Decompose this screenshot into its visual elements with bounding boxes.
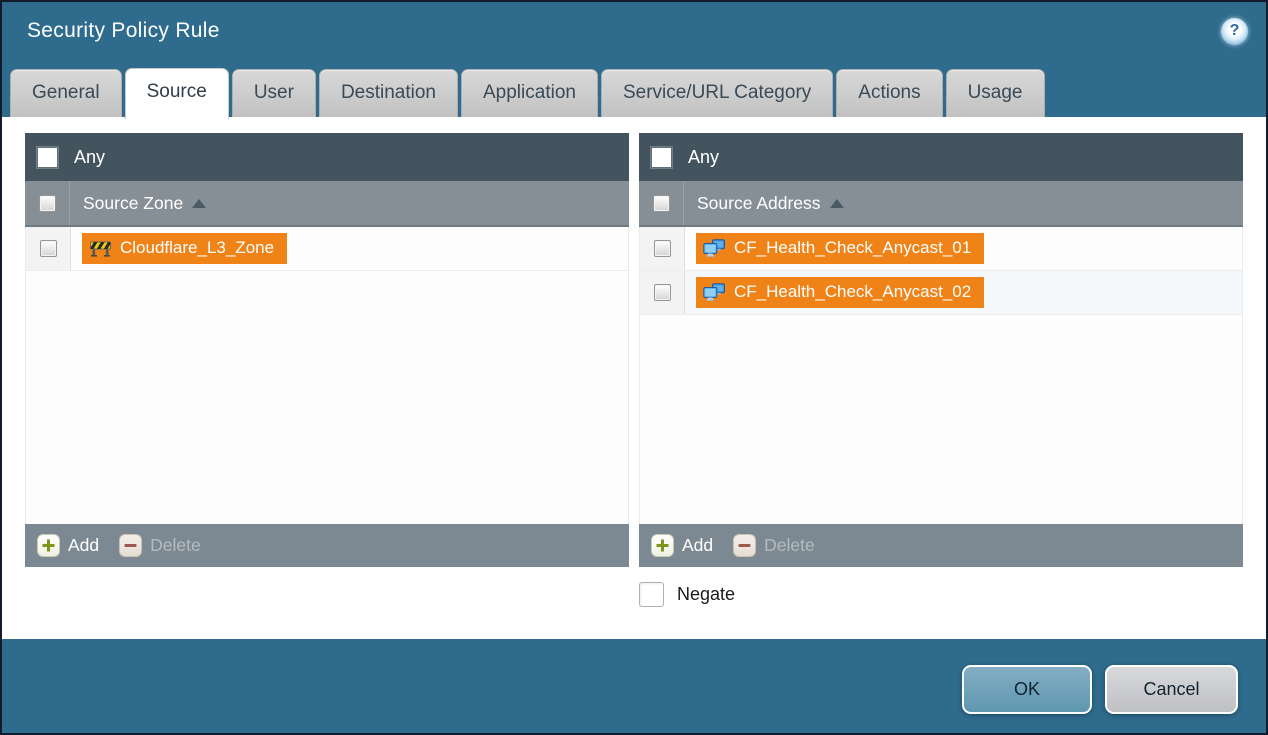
- sort-ascending-icon: [192, 199, 206, 208]
- source-zone-column-label: Source Zone: [83, 193, 183, 214]
- source-zone-any-checkbox[interactable]: [37, 147, 58, 168]
- table-row[interactable]: CF_Health_Check_Anycast_02: [640, 271, 1242, 315]
- add-label: Add: [682, 535, 713, 556]
- cancel-button[interactable]: Cancel: [1105, 665, 1238, 714]
- address-entry-label: CF_Health_Check_Anycast_01: [734, 238, 971, 258]
- address-icon: [703, 283, 726, 301]
- source-address-rows: CF_Health_Check_Anycast_01: [639, 227, 1243, 524]
- address-entry[interactable]: CF_Health_Check_Anycast_01: [696, 233, 984, 264]
- source-address-any-label: Any: [688, 147, 719, 168]
- source-address-select-all-checkbox[interactable]: [653, 195, 670, 212]
- add-address-button[interactable]: Add: [651, 534, 713, 557]
- tab-application[interactable]: Application: [461, 69, 598, 117]
- zone-entry-label: Cloudflare_L3_Zone: [120, 238, 274, 258]
- dialog-footer: OK Cancel: [2, 639, 1266, 733]
- table-row[interactable]: CF_Health_Check_Anycast_01: [640, 227, 1242, 271]
- add-icon: [37, 534, 60, 557]
- tab-usage[interactable]: Usage: [946, 69, 1045, 117]
- source-address-any-header: Any: [639, 133, 1243, 181]
- source-address-toolbar: Add Delete: [639, 524, 1243, 567]
- titlebar: Security Policy Rule ?: [2, 2, 1266, 60]
- delete-label: Delete: [764, 535, 815, 556]
- security-policy-rule-dialog: Security Policy Rule ? General Source Us…: [0, 0, 1268, 735]
- tab-bar: General Source User Destination Applicat…: [2, 60, 1266, 117]
- source-zone-select-all-cell: [25, 181, 70, 225]
- delete-address-button[interactable]: Delete: [733, 534, 815, 557]
- source-zone-any-header: Any: [25, 133, 629, 181]
- source-zone-sort-header[interactable]: Source Zone: [70, 193, 206, 214]
- row-checkbox[interactable]: [654, 240, 671, 257]
- row-checkbox[interactable]: [654, 284, 671, 301]
- negate-label: Negate: [677, 584, 735, 605]
- tab-destination[interactable]: Destination: [319, 69, 458, 117]
- source-zone-any-label: Any: [74, 147, 105, 168]
- source-zone-toolbar: Add Delete: [25, 524, 629, 567]
- help-icon[interactable]: ?: [1221, 18, 1248, 45]
- table-row[interactable]: Cloudflare_L3_Zone: [26, 227, 628, 271]
- source-zone-rows: Cloudflare_L3_Zone: [25, 227, 629, 524]
- page-title: Security Policy Rule: [27, 19, 220, 43]
- zone-entry[interactable]: Cloudflare_L3_Zone: [82, 233, 287, 264]
- source-address-any-checkbox[interactable]: [651, 147, 672, 168]
- tab-user[interactable]: User: [232, 69, 316, 117]
- address-icon: [703, 239, 726, 257]
- row-checkbox-cell: [640, 227, 685, 270]
- address-entry-label: CF_Health_Check_Anycast_02: [734, 282, 971, 302]
- source-address-panel: Any Source Address: [639, 133, 1243, 567]
- source-zone-column-header: Source Zone: [25, 181, 629, 227]
- delete-icon: [733, 534, 756, 557]
- source-address-column-label: Source Address: [697, 193, 821, 214]
- delete-icon: [119, 534, 142, 557]
- address-entry[interactable]: CF_Health_Check_Anycast_02: [696, 277, 984, 308]
- add-label: Add: [68, 535, 99, 556]
- delete-label: Delete: [150, 535, 201, 556]
- row-checkbox[interactable]: [40, 240, 57, 257]
- negate-checkbox[interactable]: [639, 582, 664, 607]
- add-zone-button[interactable]: Add: [37, 534, 99, 557]
- source-address-column-header: Source Address: [639, 181, 1243, 227]
- negate-row: Negate: [639, 582, 1266, 607]
- source-address-select-all-cell: [639, 181, 684, 225]
- ok-button[interactable]: OK: [962, 665, 1092, 714]
- panels: Any Source Zone: [2, 117, 1266, 567]
- tab-actions[interactable]: Actions: [836, 69, 942, 117]
- delete-zone-button[interactable]: Delete: [119, 534, 201, 557]
- tab-service-url-category[interactable]: Service/URL Category: [601, 69, 833, 117]
- source-address-sort-header[interactable]: Source Address: [684, 193, 844, 214]
- sort-ascending-icon: [830, 199, 844, 208]
- source-zone-panel: Any Source Zone: [25, 133, 629, 567]
- source-tab-content: Any Source Zone: [2, 117, 1266, 639]
- tab-general[interactable]: General: [10, 69, 122, 117]
- row-checkbox-cell: [640, 271, 685, 314]
- add-icon: [651, 534, 674, 557]
- source-zone-select-all-checkbox[interactable]: [39, 195, 56, 212]
- row-checkbox-cell: [26, 227, 71, 270]
- zone-icon: [89, 240, 112, 257]
- tab-source[interactable]: Source: [125, 68, 229, 119]
